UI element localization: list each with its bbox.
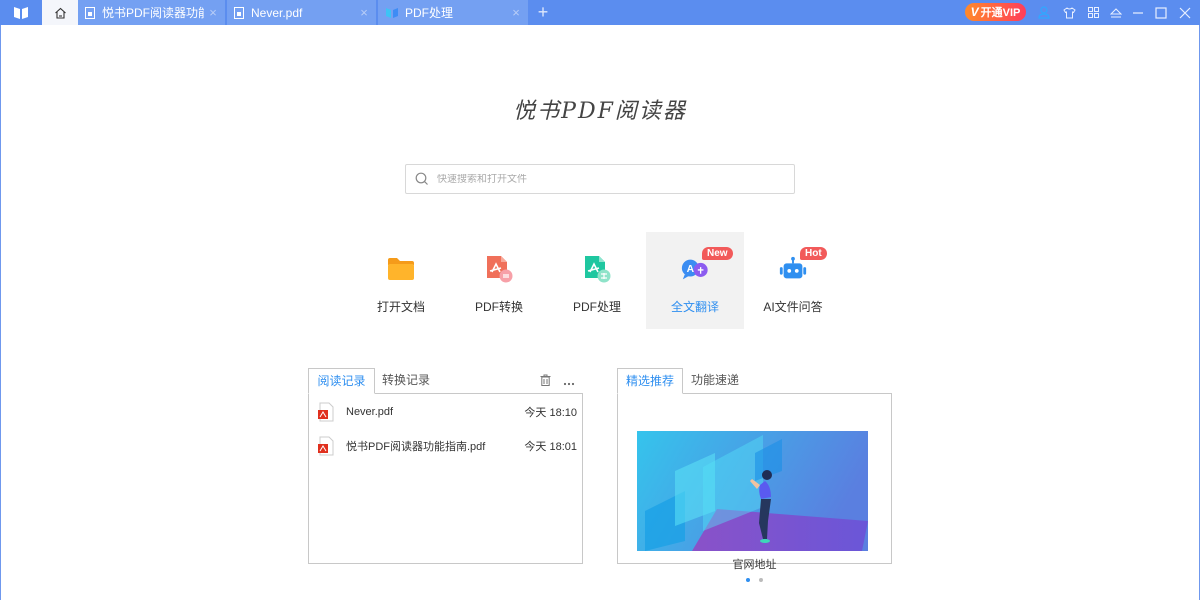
maximize-button[interactable] [1150, 0, 1172, 25]
pdf-convert-icon [484, 254, 514, 284]
tab-guide-pdf[interactable]: 悦书PDF阅读器功能指... × [78, 0, 226, 25]
feature-open-document[interactable]: 打开文档 [352, 232, 450, 329]
apps-button[interactable] [1082, 0, 1104, 25]
pdf-file-icon [234, 6, 245, 19]
tab-never-pdf[interactable]: Never.pdf × [227, 0, 377, 25]
tab-label: PDF处理 [405, 6, 454, 20]
feature-pdf-process[interactable]: PDF处理 [548, 232, 646, 329]
pdf-file-icon [317, 402, 335, 422]
feature-label: 打开文档 [376, 300, 425, 314]
promo-banner[interactable] [637, 431, 868, 551]
collapse-icon [1110, 8, 1122, 18]
panel-actions [540, 373, 575, 391]
tab-label: 悦书PDF阅读器功能指... [102, 6, 204, 20]
vip-mark: V [970, 5, 979, 19]
book-icon [385, 7, 399, 19]
feature-label: PDF处理 [572, 300, 621, 314]
file-time: 今天 18:10 [524, 407, 577, 419]
feature-label: 全文翻译 [670, 300, 719, 314]
collapse-button[interactable] [1105, 0, 1127, 25]
trash-icon[interactable] [540, 373, 551, 391]
feature-full-translate[interactable]: A New 全文翻译 [646, 232, 744, 329]
close-icon[interactable]: × [204, 5, 222, 20]
close-icon [1179, 7, 1191, 18]
recent-panel: 阅读记录 转换记录 Never.pdf 今天 18:10 悦书PDF阅读器功能指… [308, 368, 583, 564]
folder-icon [386, 254, 416, 284]
minimize-icon [1133, 12, 1143, 14]
user-button[interactable] [1033, 0, 1055, 25]
close-icon[interactable]: × [355, 5, 373, 20]
search-box[interactable] [405, 164, 795, 194]
carousel-dot-2[interactable] [759, 578, 763, 582]
feature-ai-qa[interactable]: Hot AI文件问答 [744, 232, 842, 329]
new-badge: New [702, 247, 733, 260]
tab-feature-news[interactable]: 功能速递 [683, 368, 747, 394]
carousel-dot-1[interactable] [746, 578, 750, 582]
recommend-panel: 精选推荐 功能速递 官网地址 [617, 368, 892, 582]
recent-list: Never.pdf 今天 18:10 悦书PDF阅读器功能指南.pdf 今天 1… [308, 393, 583, 564]
maximize-icon [1155, 6, 1167, 19]
file-time: 今天 18:01 [524, 441, 577, 453]
pdf-file-icon [317, 436, 335, 456]
user-icon [1038, 6, 1050, 19]
title-bar: 悦书PDF阅读器功能指... × Never.pdf × PDF处理 × + V… [0, 0, 1200, 25]
skin-button[interactable] [1058, 0, 1080, 25]
tab-pdf-process[interactable]: PDF处理 × [378, 0, 528, 25]
shirt-icon [1062, 6, 1076, 18]
file-name: Never.pdf [346, 406, 394, 418]
app-logo [0, 0, 42, 25]
recommend-body: 官网地址 [617, 393, 892, 582]
feature-list: 打开文档 PDF转换 PDF处理 A New 全文翻译 Hot AI文件问答 [352, 232, 842, 329]
tab-featured[interactable]: 精选推荐 [617, 368, 683, 394]
close-window-button[interactable] [1174, 0, 1196, 25]
new-tab-button[interactable]: + [532, 0, 554, 25]
feature-label: PDF转换 [474, 300, 523, 314]
app-title: 悦书PDF阅读器 [513, 99, 687, 124]
search-icon [415, 172, 429, 186]
search-input[interactable] [437, 173, 767, 185]
pdf-file-icon [85, 6, 96, 19]
tab-label: Never.pdf [251, 5, 303, 20]
vip-label: 开通VIP [980, 7, 1021, 19]
feature-label: AI文件问答 [763, 300, 823, 314]
feature-pdf-convert[interactable]: PDF转换 [450, 232, 548, 329]
apps-icon [1087, 7, 1099, 18]
book-icon [14, 6, 28, 19]
banner-caption[interactable]: 官网地址 [618, 556, 891, 572]
tab-home[interactable] [42, 0, 78, 25]
svg-text:A: A [687, 264, 695, 275]
file-name: 悦书PDF阅读器功能指南.pdf [346, 441, 486, 453]
tab-reading-history[interactable]: 阅读记录 [308, 368, 375, 394]
pdf-process-icon [582, 254, 612, 284]
close-icon[interactable]: × [507, 5, 525, 20]
vip-button[interactable]: V 开通VIP [965, 3, 1026, 21]
list-item[interactable]: Never.pdf 今天 18:10 [315, 400, 577, 424]
tab-convert-history[interactable]: 转换记录 [375, 368, 437, 394]
hot-badge: Hot [800, 247, 827, 260]
minimize-button[interactable] [1127, 0, 1149, 25]
list-item[interactable]: 悦书PDF阅读器功能指南.pdf 今天 18:01 [315, 434, 577, 458]
more-icon[interactable] [563, 373, 575, 391]
home-icon [54, 7, 66, 19]
carousel-dots [618, 578, 891, 582]
